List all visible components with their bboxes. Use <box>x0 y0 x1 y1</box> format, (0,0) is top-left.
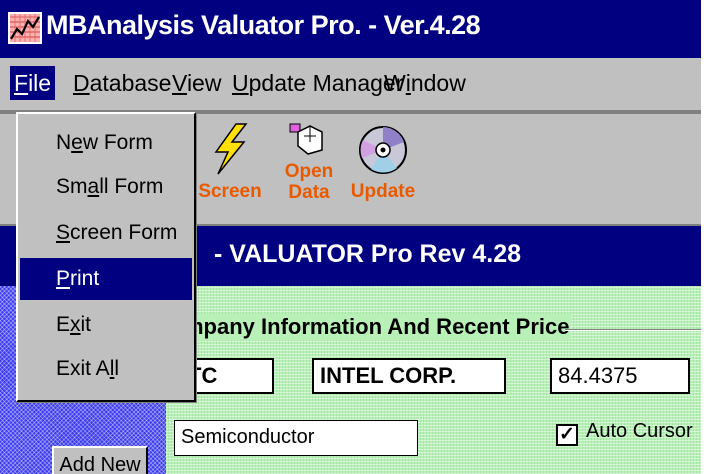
menu-item-new-form[interactable]: New Form <box>20 122 192 164</box>
menu-item-new-form-mnemonic: e <box>71 131 83 154</box>
valuator-window-title: - VALUATOR Pro Rev 4.28 <box>214 240 522 268</box>
menu-view-label: iew <box>186 70 222 96</box>
menu-item-print-mnemonic: P <box>56 267 71 290</box>
cd-disc-icon <box>359 126 407 174</box>
open-data-label-1: Open <box>284 161 334 182</box>
menu-item-exit-all-pre: Exit A <box>56 357 110 380</box>
menu-item-new-form-pre: N <box>56 131 72 154</box>
open-data-label-2: Data <box>288 182 330 203</box>
title-bar[interactable]: MBAnalysis Valuator Pro. - Ver.4.28 <box>0 0 701 58</box>
add-new-button[interactable]: Add New <box>52 446 148 474</box>
price-field[interactable]: 84.4375 <box>550 358 690 394</box>
screenshot-border <box>701 0 709 474</box>
open-data-button[interactable]: Open Data <box>280 122 338 203</box>
menu-item-new-form-label: w Form <box>82 131 153 154</box>
menu-file-label: ile <box>28 70 52 96</box>
menu-window-label: ndow <box>410 70 466 96</box>
menu-view-mnemonic: V <box>172 70 187 96</box>
menu-database[interactable]: Database <box>73 70 171 97</box>
menu-window[interactable]: Window <box>384 70 466 97</box>
menu-item-screen-form-mnemonic: S <box>56 221 71 244</box>
group-divider <box>565 329 701 331</box>
menu-file[interactable]: File <box>10 66 56 100</box>
menu-item-exit-all-label: l <box>114 357 120 380</box>
menu-view[interactable]: View <box>172 70 221 97</box>
menu-database-mnemonic: D <box>73 70 90 96</box>
auto-cursor-checkbox[interactable]: ✓ <box>556 424 578 446</box>
menu-item-exit-label: it <box>80 313 92 336</box>
menu-item-exit[interactable]: Exit <box>20 304 192 346</box>
open-data-hand-icon <box>289 123 323 155</box>
menu-item-print-label: rint <box>70 267 100 290</box>
file-menu-dropdown: New Form Small Form Screen Form Print Ex… <box>16 112 196 402</box>
menu-database-label: atabase <box>89 70 172 96</box>
menu-item-exit-all[interactable]: Exit All <box>20 348 192 390</box>
lightning-icon <box>214 123 248 175</box>
screen-tool-label: Screen <box>198 181 262 202</box>
company-name-field[interactable]: INTEL CORP. <box>312 358 506 394</box>
menu-item-screen-form-label: creen Form <box>70 221 178 244</box>
menu-update-manager-mnemonic: U <box>232 70 249 96</box>
menu-item-exit-pre: E <box>56 313 71 336</box>
app-window: MBAnalysis Valuator Pro. - Ver.4.28 File… <box>0 0 701 474</box>
menu-item-small-form-label: ll Form <box>99 175 164 198</box>
company-info-group-title: mpany Information And Recent Price <box>184 314 572 340</box>
menu-item-small-form[interactable]: Small Form <box>20 166 192 208</box>
chart-app-icon[interactable] <box>8 12 42 44</box>
menu-file-mnemonic: F <box>14 70 29 96</box>
menu-bar: File Database View Update Manager Window <box>0 58 701 112</box>
menu-item-small-form-mnemonic: a <box>87 175 100 198</box>
screen-tool-button[interactable]: Screen <box>196 122 264 202</box>
menu-update-manager[interactable]: Update Manager <box>232 70 403 97</box>
auto-cursor-label: Auto Cursor <box>586 420 693 442</box>
update-tool-button[interactable]: Update <box>350 122 416 202</box>
menu-window-pre: W <box>384 70 406 96</box>
industry-field[interactable]: Semiconductor <box>174 420 418 456</box>
menu-update-manager-label: pdate Manager <box>248 70 404 96</box>
window-title: MBAnalysis Valuator Pro. - Ver.4.28 <box>46 10 481 40</box>
menu-item-small-form-pre: Sm <box>56 175 88 198</box>
menu-item-screen-form[interactable]: Screen Form <box>20 212 192 254</box>
menu-item-exit-mnemonic: x <box>70 313 81 336</box>
menu-item-print[interactable]: Print <box>20 258 192 300</box>
update-tool-label: Update <box>350 181 416 202</box>
